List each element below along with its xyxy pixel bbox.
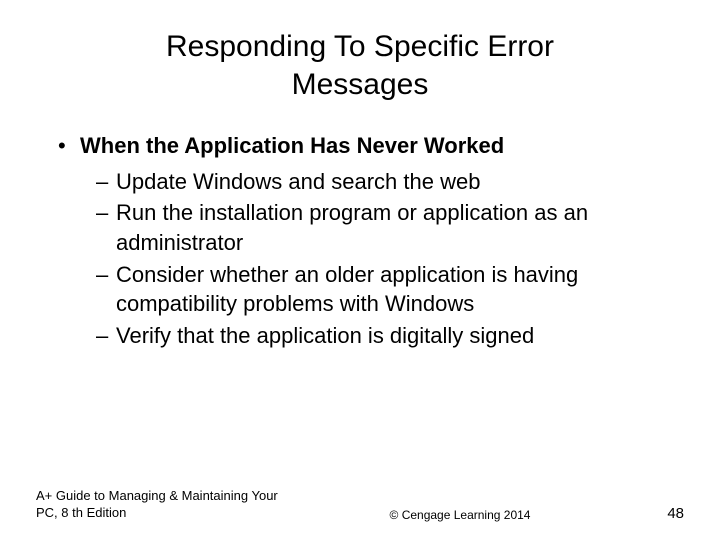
list-item: Verify that the application is digitally… xyxy=(96,321,684,351)
content-body: When the Application Has Never Worked Up… xyxy=(36,131,684,351)
list-item-text: Verify that the application is digitally… xyxy=(116,323,534,348)
footer-copyright: © Cengage Learning 2014 xyxy=(296,508,624,522)
page-number: 48 xyxy=(624,505,684,522)
footer-book-title: A+ Guide to Managing & Maintaining Your … xyxy=(36,488,296,522)
sub-bullet-list: Update Windows and search the web Run th… xyxy=(58,167,684,351)
slide-title: Responding To Specific Error Messages xyxy=(36,28,684,103)
list-item: Update Windows and search the web xyxy=(96,167,684,197)
list-item: Consider whether an older application is… xyxy=(96,260,684,319)
list-item-text: Consider whether an older application is… xyxy=(116,262,578,317)
title-line-2: Messages xyxy=(292,68,429,101)
section-heading: When the Application Has Never Worked xyxy=(58,131,684,161)
list-item-text: Run the installation program or applicat… xyxy=(116,200,588,255)
section-heading-text: When the Application Has Never Worked xyxy=(80,133,504,158)
list-item-text: Update Windows and search the web xyxy=(116,169,480,194)
list-item: Run the installation program or applicat… xyxy=(96,198,684,257)
title-line-1: Responding To Specific Error xyxy=(166,30,554,63)
slide-footer: A+ Guide to Managing & Maintaining Your … xyxy=(0,488,720,522)
